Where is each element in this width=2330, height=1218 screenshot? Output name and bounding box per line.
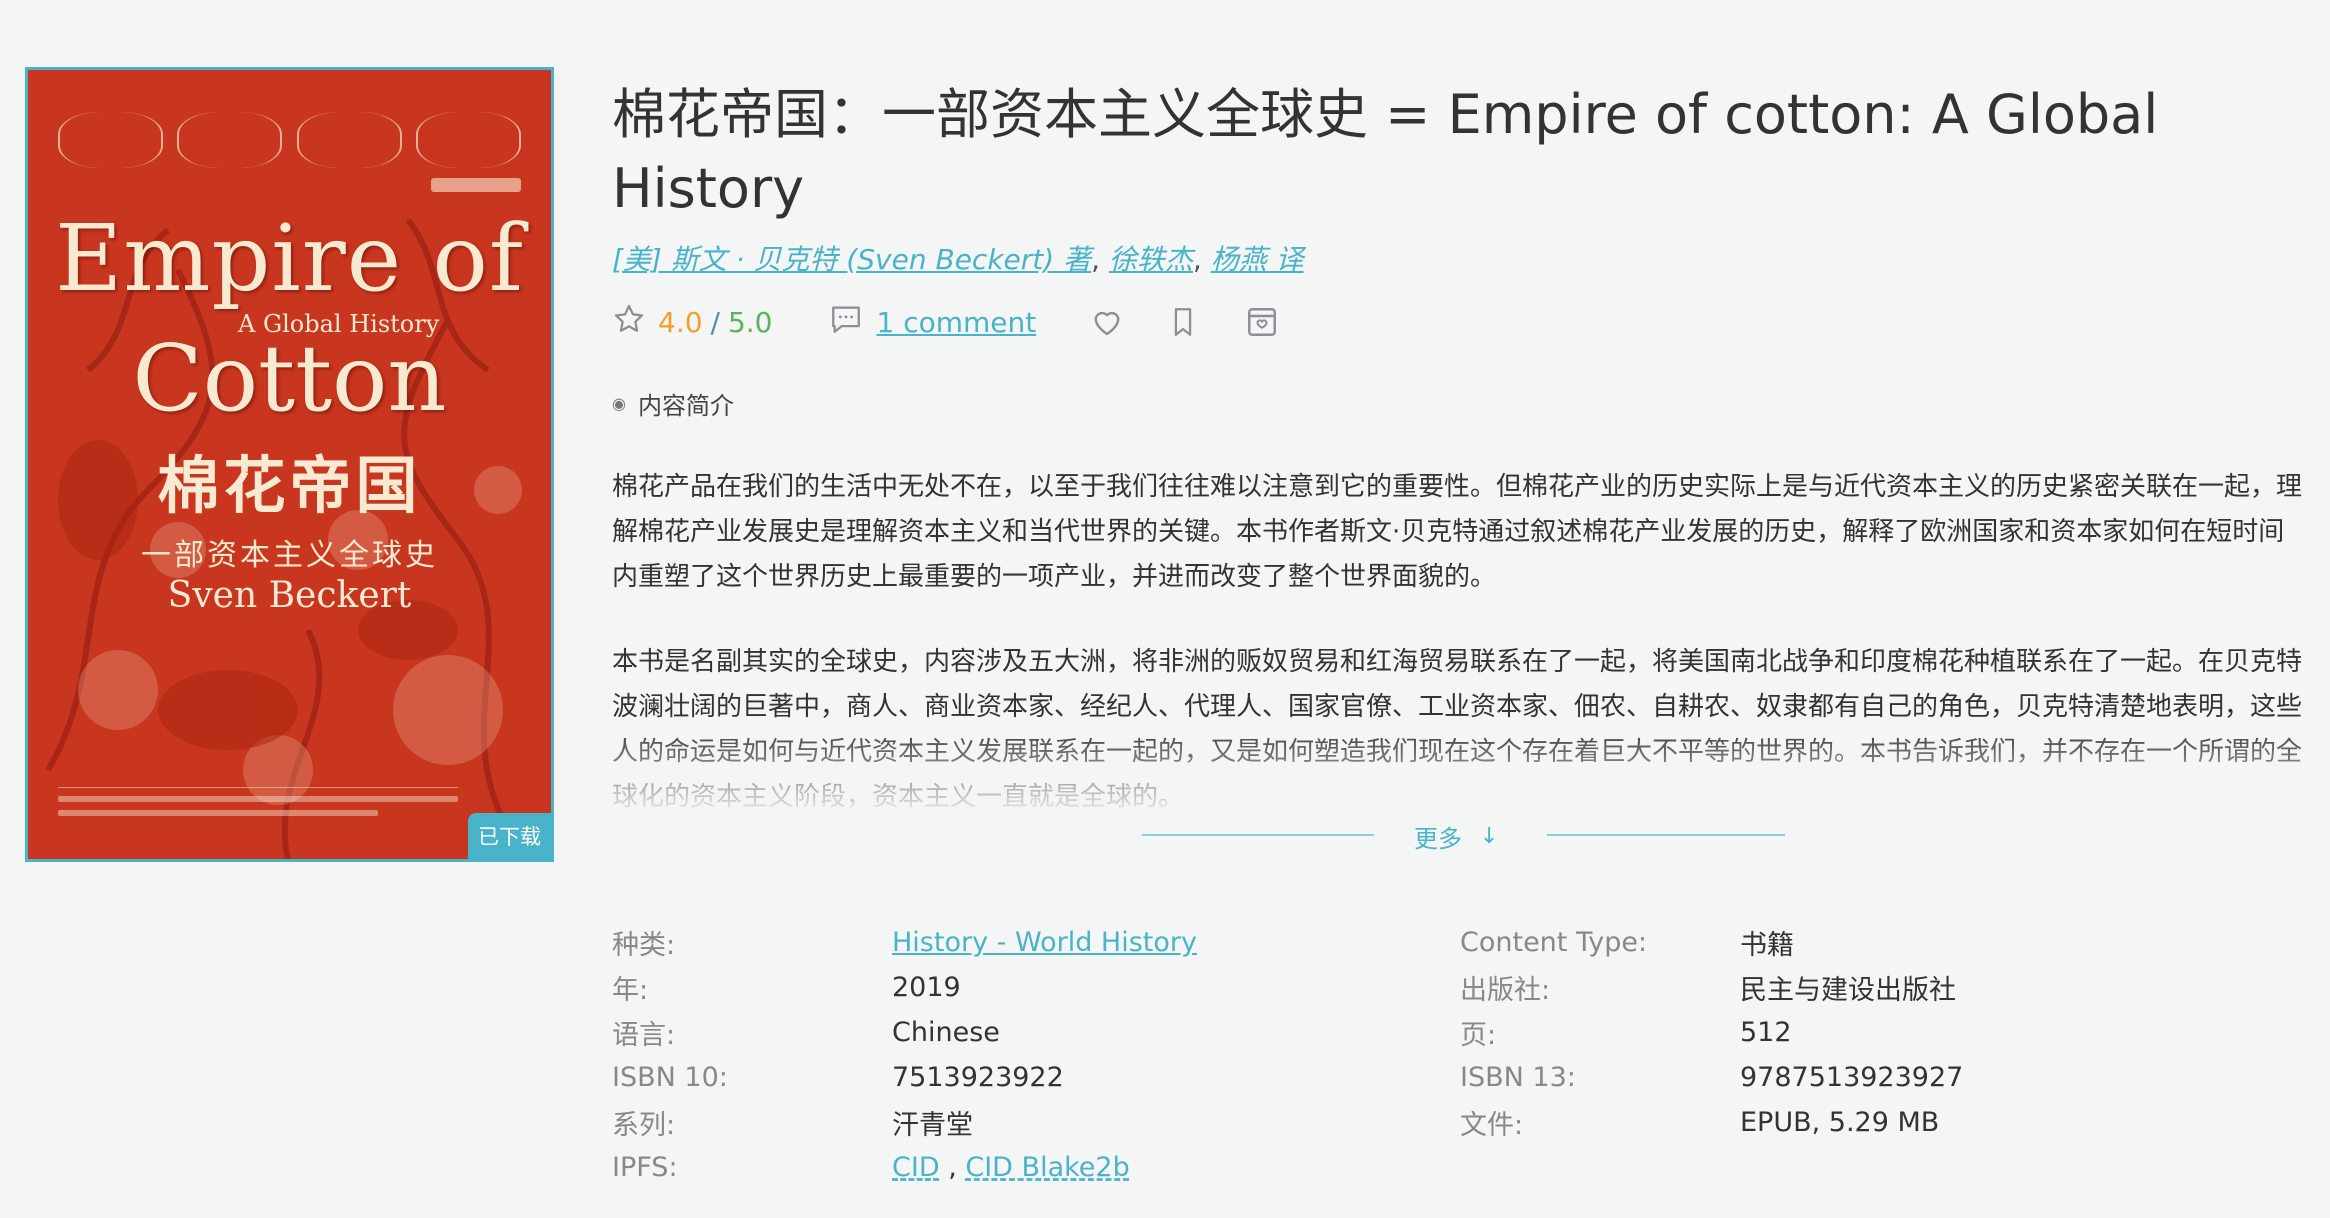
author-link-xu[interactable]: 徐轶杰: [1109, 243, 1193, 276]
ipfs-cid-blake2b-link[interactable]: CID Blake2b: [965, 1152, 1129, 1183]
detail-row: 语言: Chinese 页: 512: [612, 1010, 2302, 1055]
book-actions: 4.0 / 5.0 1 comment: [612, 300, 2302, 344]
book-info: 棉花帝国：一部资本主义全球史 = Empire of cotton: A Glo…: [612, 78, 2302, 853]
file-label: 文件:: [1460, 1110, 1524, 1141]
detail-row: IPFS: CID , CID Blake2b: [612, 1145, 2302, 1190]
comment-icon: [829, 302, 863, 343]
author-link-yang[interactable]: 杨燕 译: [1211, 243, 1304, 276]
book-cover[interactable]: Empire of A Global History Cotton 棉花帝国 一…: [25, 67, 554, 862]
cover-author: Sven Beckert: [167, 575, 412, 616]
author-list: [美] 斯文 · 贝克特 (Sven Beckert) 著, 徐轶杰, 杨燕 译: [612, 238, 2302, 278]
isbn13-label: ISBN 13:: [1460, 1062, 1576, 1093]
rating-max: 5.0: [727, 305, 773, 339]
more-label: 更多: [1414, 825, 1462, 853]
cover-title-line2: Cotton: [132, 325, 447, 432]
pages-value: 512: [1740, 1017, 1792, 1048]
cover-footer-text: [58, 787, 458, 821]
ipfs-separator: ,: [939, 1152, 966, 1183]
rating[interactable]: 4.0 / 5.0: [612, 302, 773, 343]
ipfs-cid-link[interactable]: CID: [892, 1152, 940, 1183]
description-body: 棉花产品在我们的生活中无处不在，以至于我们往往难以注意到它的重要性。但棉花产业的…: [612, 465, 2302, 835]
file-value: EPUB, 5.29 MB: [1740, 1107, 1940, 1138]
inbox-icon[interactable]: [1244, 304, 1280, 340]
isbn13-value: 9787513923927: [1740, 1062, 1964, 1093]
circle-dot-icon: ◉: [612, 394, 626, 413]
pages-label: 页:: [1460, 1020, 1497, 1051]
cover-award-laurels: [58, 112, 521, 172]
author-link-beckert[interactable]: [美] 斯文 · 贝克特 (Sven Beckert) 著: [612, 243, 1091, 276]
star-icon: [612, 302, 646, 343]
series-label: 系列:: [612, 1110, 676, 1141]
rating-separator: /: [710, 305, 720, 339]
description-heading-label: 内容简介: [637, 392, 734, 420]
rating-value: 4.0: [658, 305, 703, 339]
isbn10-value: 7513923922: [892, 1062, 1064, 1093]
divider: [1547, 834, 1785, 836]
cover-subtitle-zh: 一部资本主义全球史: [141, 538, 438, 573]
book-details: 种类: History - World History Content Type…: [612, 920, 2302, 1190]
language-label: 语言:: [612, 1020, 676, 1051]
series-value: 汗青堂: [892, 1110, 973, 1141]
language-value: Chinese: [892, 1017, 1000, 1048]
description-heading: ◉ 内容简介: [612, 386, 2302, 421]
downloaded-badge: 已下载: [468, 813, 551, 859]
detail-row: 年: 2019 出版社: 民主与建设出版社: [612, 965, 2302, 1010]
heart-icon[interactable]: [1088, 304, 1126, 340]
description-paragraph: 棉花产品在我们的生活中无处不在，以至于我们往往难以注意到它的重要性。但棉花产业的…: [612, 472, 2302, 592]
detail-row: 系列: 汗青堂 文件: EPUB, 5.29 MB: [612, 1100, 2302, 1145]
author-separator: ,: [1192, 243, 1211, 276]
detail-row: 种类: History - World History Content Type…: [612, 920, 2302, 965]
cover-title-zh: 棉花帝国: [157, 449, 422, 522]
year-value: 2019: [892, 972, 961, 1003]
ipfs-label: IPFS:: [612, 1152, 678, 1183]
publisher-value: 民主与建设出版社: [1740, 975, 1956, 1006]
content-type-label: Content Type:: [1460, 927, 1648, 958]
cover-title-line1: Empire of: [55, 205, 524, 312]
isbn10-label: ISBN 10:: [612, 1062, 728, 1093]
comment-link[interactable]: 1 comment: [877, 306, 1037, 339]
comments: 1 comment: [829, 302, 1037, 343]
category-link[interactable]: History - World History: [892, 927, 1197, 958]
more-row: 更多 ↓: [612, 819, 2302, 853]
more-button[interactable]: 更多 ↓: [1414, 819, 1498, 854]
book-title: 棉花帝国：一部资本主义全球史 = Empire of cotton: A Glo…: [612, 83, 2159, 220]
cover-publisher-logo: [431, 178, 521, 192]
category-label: 种类:: [612, 930, 676, 961]
description: 棉花产品在我们的生活中无处不在，以至于我们往往难以注意到它的重要性。但棉花产业的…: [612, 465, 2302, 835]
divider: [1142, 834, 1374, 836]
arrow-down-icon: ↓: [1480, 824, 1499, 849]
bookmark-icon[interactable]: [1166, 304, 1200, 340]
year-label: 年:: [612, 975, 649, 1006]
content-type-value: 书籍: [1740, 930, 1794, 961]
author-separator: ,: [1091, 243, 1109, 276]
publisher-label: 出版社:: [1460, 975, 1551, 1006]
detail-row: ISBN 10: 7513923922 ISBN 13: 97875139239…: [612, 1055, 2302, 1100]
